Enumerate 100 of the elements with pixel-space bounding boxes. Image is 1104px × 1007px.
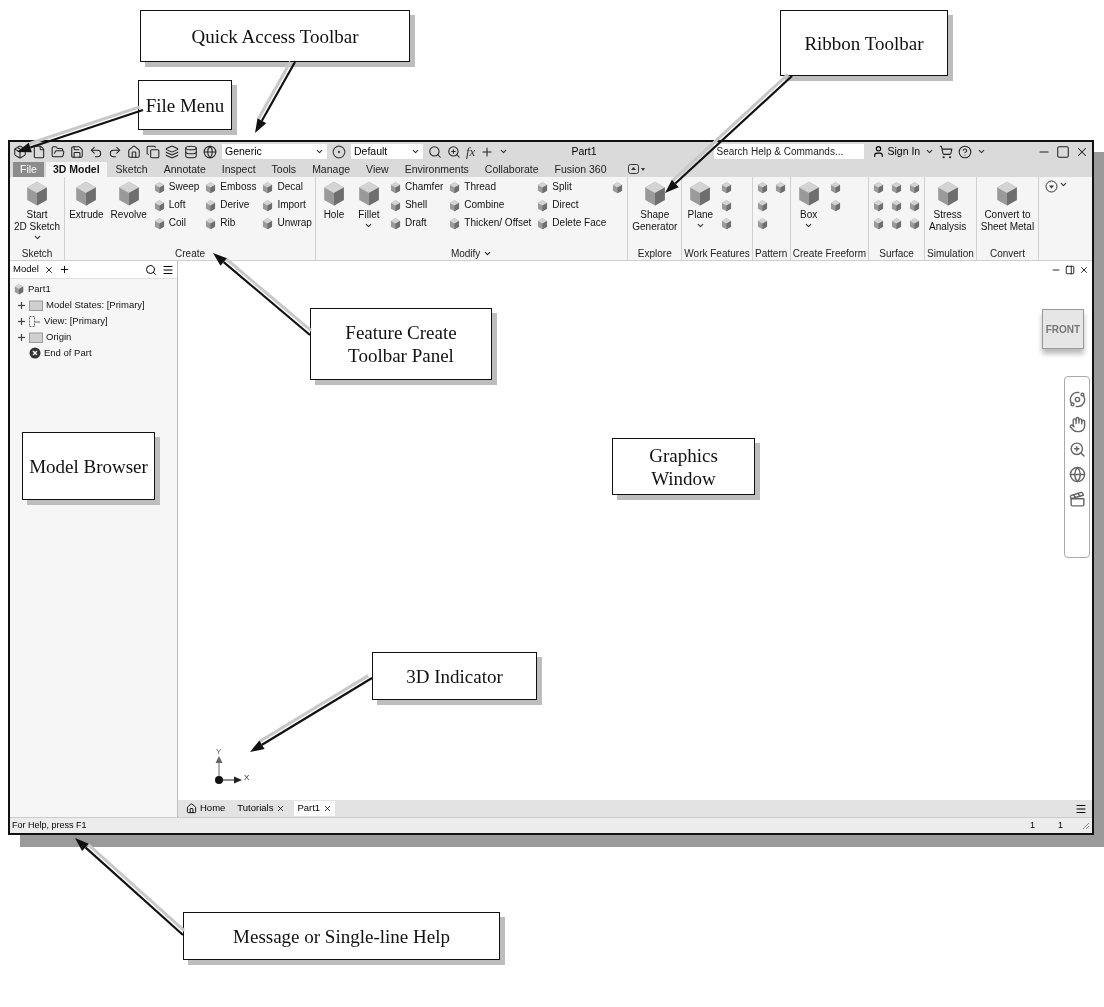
ribbon-icon-button[interactable]: [755, 216, 769, 230]
plus-icon[interactable]: [17, 316, 26, 326]
ribbon-small-button[interactable]: Coil: [152, 216, 200, 230]
ribbon-icon-button[interactable]: [890, 180, 904, 194]
menu-tab[interactable]: View: [359, 162, 396, 177]
menu-tab[interactable]: Tools: [264, 162, 304, 177]
panel-title[interactable]: Modify: [315, 246, 628, 260]
ribbon-icon-button[interactable]: [872, 180, 886, 194]
save-icon[interactable]: [70, 144, 84, 159]
menu-tab[interactable]: Fusion 360: [547, 162, 614, 177]
ribbon-large-button[interactable]: Hole: [316, 177, 351, 246]
ribbon-small-button[interactable]: Shell: [388, 198, 444, 212]
ribbon-large-button[interactable]: Stress Analysis: [926, 177, 970, 246]
search-icon[interactable]: [145, 263, 157, 276]
maximize-icon[interactable]: [1056, 144, 1070, 159]
zoom-icon[interactable]: [1068, 441, 1086, 458]
ribbon-small-button[interactable]: Thread: [448, 180, 532, 194]
ribbon-small-button[interactable]: Decal: [261, 180, 312, 194]
menu-tab[interactable]: Manage: [305, 162, 358, 177]
menu-tab[interactable]: 3D Model: [45, 162, 107, 177]
ribbon-icon-button[interactable]: [828, 180, 842, 194]
options-icon[interactable]: [1045, 180, 1059, 193]
ribbon-icon-button[interactable]: [890, 198, 904, 212]
resize-grip-icon[interactable]: [1082, 821, 1090, 830]
clapperboard-icon[interactable]: [1068, 491, 1086, 508]
menu-tab[interactable]: Sketch: [108, 162, 155, 177]
ribbon-icon-button[interactable]: [755, 198, 769, 212]
ribbon-small-button[interactable]: Import: [261, 198, 312, 212]
menu-tab[interactable]: Collaborate: [477, 162, 546, 177]
ribbon-large-button[interactable]: Plane: [683, 177, 718, 246]
ribbon-large-button[interactable]: Fillet: [351, 177, 386, 246]
close-icon[interactable]: [323, 804, 333, 813]
close-icon[interactable]: [43, 264, 54, 275]
sphere-icon[interactable]: [332, 144, 346, 159]
ribbon-icon-button[interactable]: [720, 180, 734, 194]
zoom-icon[interactable]: [447, 144, 461, 159]
appearance-dropdown[interactable]: Default: [351, 144, 423, 159]
ribbon-small-button[interactable]: Delete Face: [536, 216, 607, 230]
ribbon-small-button[interactable]: Derive: [204, 198, 257, 212]
home-icon[interactable]: [127, 144, 141, 159]
ribbon-icon-button[interactable]: [755, 180, 769, 194]
redo-icon[interactable]: [108, 144, 122, 159]
ribbon-small-button[interactable]: Thicken/ Offset: [448, 216, 532, 230]
view-cube[interactable]: FRONT: [1042, 309, 1084, 349]
ribbon-icon-button[interactable]: [872, 198, 886, 212]
menu-tab[interactable]: Inspect: [214, 162, 263, 177]
hand-icon[interactable]: [1068, 416, 1086, 433]
plus-icon[interactable]: [17, 332, 26, 342]
ribbon-icon-button[interactable]: [611, 180, 625, 194]
restore-icon[interactable]: [1065, 265, 1075, 275]
menu-tab[interactable]: Environments: [397, 162, 476, 177]
ribbon-small-button[interactable]: Draft: [388, 216, 444, 230]
ribbon-large-button[interactable]: Extrude: [66, 177, 107, 246]
undo-icon[interactable]: [89, 144, 103, 159]
help-icon[interactable]: [958, 144, 973, 159]
close-icon[interactable]: [1079, 265, 1089, 275]
cart-icon[interactable]: [939, 144, 954, 159]
document-tab[interactable]: Part1: [294, 801, 336, 816]
database-icon[interactable]: [184, 144, 198, 159]
ribbon-icon-button[interactable]: [828, 198, 842, 212]
tree-item[interactable]: Origin: [46, 329, 72, 345]
ribbon-small-button[interactable]: Unwrap: [261, 216, 312, 230]
menu-icon[interactable]: [1075, 802, 1087, 815]
ribbon-large-button[interactable]: Convert to Sheet Metal: [977, 177, 1038, 246]
formula-button[interactable]: fx: [466, 141, 476, 162]
material-dropdown[interactable]: Generic: [222, 144, 327, 159]
folder-icon[interactable]: [51, 144, 65, 159]
menu-icon[interactable]: [162, 263, 174, 276]
layers-icon[interactable]: [165, 144, 179, 159]
document-tab[interactable]: Home: [183, 801, 229, 816]
tree-item[interactable]: View: [Primary]: [44, 313, 108, 329]
ribbon-small-button[interactable]: Split: [536, 180, 607, 194]
ribbon-icon-button[interactable]: [908, 216, 922, 230]
panel-toggle-icon[interactable]: [627, 164, 646, 174]
file-icon[interactable]: [32, 144, 46, 159]
tree-item[interactable]: End of Part: [44, 345, 92, 361]
ribbon-icon-button[interactable]: [890, 216, 904, 230]
ribbon-icon-button[interactable]: [720, 216, 734, 230]
ribbon-large-button[interactable]: Revolve: [107, 177, 150, 246]
ribbon-small-button[interactable]: Direct: [536, 198, 607, 212]
tree-item[interactable]: Model States: [Primary]: [46, 297, 145, 313]
ribbon-icon-button[interactable]: [908, 180, 922, 194]
ribbon-large-button[interactable]: Box: [791, 177, 826, 246]
ribbon-icon-button[interactable]: [720, 198, 734, 212]
ribbon-small-button[interactable]: Chamfer: [388, 180, 444, 194]
add-icon[interactable]: [58, 264, 70, 275]
plus-icon[interactable]: [17, 300, 26, 310]
ribbon-icon-button[interactable]: [872, 216, 886, 230]
ribbon-large-button[interactable]: Start 2D Sketch: [11, 177, 64, 246]
search-icon[interactable]: [428, 144, 442, 159]
tree-item[interactable]: Part1: [28, 281, 51, 297]
ribbon-small-button[interactable]: Emboss: [204, 180, 257, 194]
menu-tab[interactable]: Annotate: [156, 162, 213, 177]
browser-tab[interactable]: Model: [13, 262, 39, 277]
close-icon[interactable]: [276, 804, 286, 813]
globe-icon[interactable]: [203, 144, 217, 159]
ribbon-small-button[interactable]: Rib: [204, 216, 257, 230]
sign-in-button[interactable]: Sign In: [871, 143, 921, 160]
document-tab[interactable]: Tutorials: [234, 801, 289, 816]
copy-icon[interactable]: [146, 144, 160, 159]
